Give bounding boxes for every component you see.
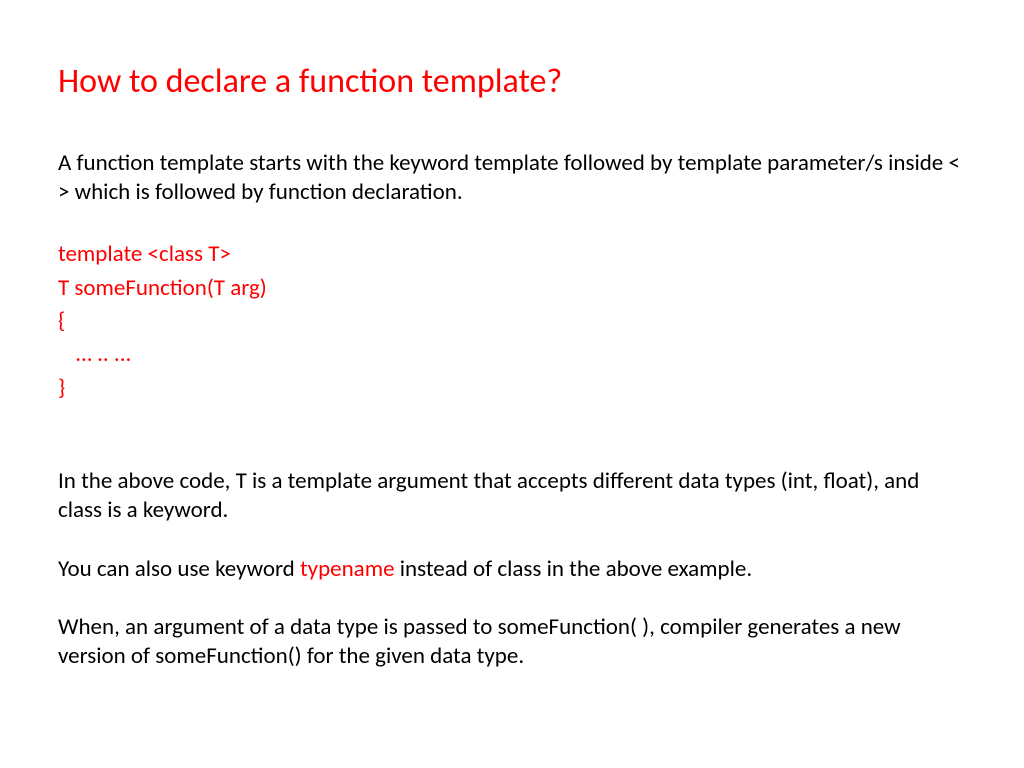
code-example: template <class T> T someFunction(T arg)… xyxy=(58,238,966,405)
code-line-3: { xyxy=(58,305,966,338)
code-line-2: T someFunction(T arg) xyxy=(58,272,966,305)
typename-keyword: typename xyxy=(300,555,395,583)
code-line-5: } xyxy=(58,372,966,405)
code-line-4: … .. ... xyxy=(58,338,966,371)
explanation-paragraph-3: When, an argument of a data type is pass… xyxy=(58,613,966,671)
slide-title: How to declare a function template? xyxy=(58,62,966,103)
para3-text-a: You can also use keyword xyxy=(58,555,300,583)
para3-text-b: instead of class in the above example. xyxy=(395,555,753,583)
code-line-1: template <class T> xyxy=(58,238,966,271)
explanation-paragraph-2: You can also use keyword typename instea… xyxy=(58,555,966,584)
explanation-paragraph-1: In the above code, T is a template argum… xyxy=(58,467,966,525)
intro-paragraph: A function template starts with the keyw… xyxy=(58,149,966,207)
